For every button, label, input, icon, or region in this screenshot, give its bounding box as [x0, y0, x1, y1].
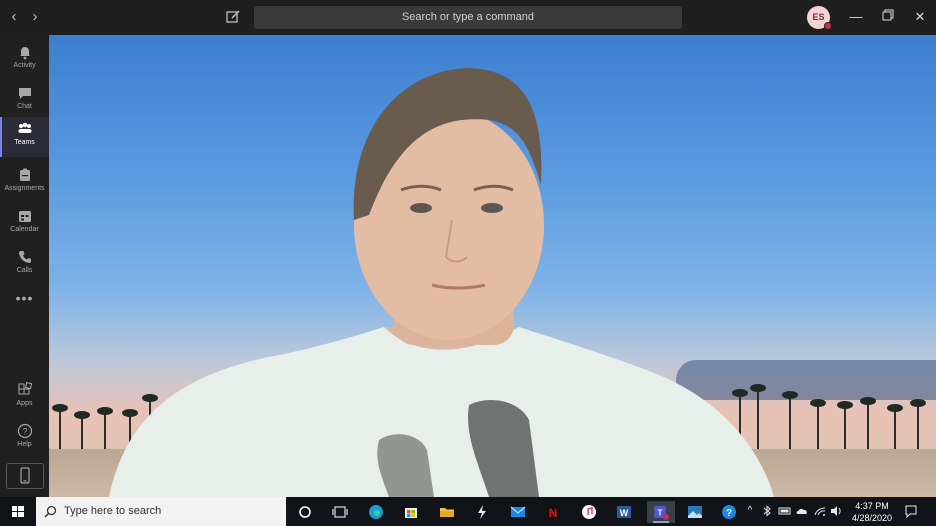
chat-icon: [18, 88, 31, 99]
bell-icon: [19, 47, 30, 60]
active-app-indicator: [653, 521, 669, 523]
volume-icon[interactable]: [829, 504, 843, 518]
pinned-app-bolt-icon[interactable]: [471, 501, 493, 523]
assignments-icon: [19, 168, 30, 181]
phone-icon: [18, 251, 31, 263]
rail-item-label: Assignments: [4, 185, 45, 192]
restore-icon[interactable]: [879, 8, 897, 26]
video-feed: [49, 35, 936, 497]
rail-item-apps[interactable]: Apps: [0, 378, 49, 418]
participant-video: [109, 68, 774, 497]
taskbar-search-input[interactable]: Type here to search: [36, 497, 286, 526]
rail-item-calls[interactable]: Calls: [0, 245, 49, 285]
edge-browser-icon[interactable]: [365, 501, 387, 523]
onedrive-cloud-icon[interactable]: [795, 504, 809, 518]
task-view-icon[interactable]: [329, 501, 351, 523]
rail-item-label: Chat: [17, 103, 32, 110]
avatar-initials: ES: [812, 12, 825, 22]
system-clock[interactable]: 4:37 PM 4/28/2020: [846, 500, 898, 524]
cortana-icon[interactable]: [294, 501, 316, 523]
rail-item-teams[interactable]: Teams: [0, 117, 49, 157]
search-icon: [44, 505, 57, 518]
avatar[interactable]: ES: [807, 6, 832, 30]
rail-item-assignments[interactable]: Assignments: [0, 163, 49, 203]
svg-text:T: T: [658, 509, 663, 518]
itunes-icon[interactable]: [578, 501, 600, 523]
back-arrow-icon[interactable]: ‹: [6, 9, 22, 25]
rail-item-label: Apps: [16, 400, 33, 407]
battery-icon[interactable]: [778, 504, 792, 518]
windows-start-icon[interactable]: [0, 497, 36, 526]
help-tips-icon[interactable]: ?: [718, 501, 740, 523]
svg-text:W: W: [620, 508, 629, 518]
rail-item-label: Teams: [14, 139, 35, 146]
rail-item-label: Calendar: [10, 226, 39, 233]
photos-icon[interactable]: [684, 501, 706, 523]
action-center-icon[interactable]: [904, 504, 918, 519]
compose-icon[interactable]: [225, 9, 241, 25]
calendar-icon: [18, 211, 31, 222]
clock-date: 4/28/2020: [851, 513, 893, 523]
rail-item-help[interactable]: ? Help: [0, 419, 49, 459]
more-apps-icon[interactable]: •••: [0, 290, 49, 306]
svg-text:?: ?: [22, 427, 27, 437]
rail-item-label: Activity: [13, 62, 36, 69]
windows-taskbar: Type here to search N W T ? ^ 4:37 PM 4/…: [0, 497, 936, 526]
presence-busy-icon: [824, 22, 832, 30]
apps-icon: [18, 382, 32, 395]
app-rail: Activity Chat Teams Assignments Calendar…: [0, 35, 49, 497]
svg-text:?: ?: [726, 508, 732, 519]
rail-item-calendar[interactable]: Calendar: [0, 204, 49, 244]
forward-arrow-icon[interactable]: ›: [27, 9, 43, 25]
help-icon: ?: [17, 423, 32, 439]
tray-chevron-up-icon[interactable]: ^: [743, 504, 757, 518]
mail-icon[interactable]: [507, 501, 529, 523]
svg-text:N: N: [549, 506, 558, 520]
rail-item-chat[interactable]: Chat: [0, 81, 49, 121]
rail-item-activity[interactable]: Activity: [0, 40, 49, 80]
clock-time: 4:37 PM: [855, 501, 889, 511]
word-icon[interactable]: W: [613, 501, 635, 523]
netflix-icon[interactable]: N: [542, 501, 564, 523]
bluetooth-icon[interactable]: [760, 504, 774, 518]
close-icon[interactable]: ✕: [911, 8, 929, 26]
rail-item-label: Help: [17, 441, 32, 448]
store-icon[interactable]: [400, 501, 422, 523]
file-explorer-icon[interactable]: [436, 501, 458, 523]
mobile-device-icon[interactable]: [6, 463, 44, 489]
rail-item-label: Calls: [16, 267, 33, 274]
teams-icon: [18, 122, 31, 133]
taskbar-search-placeholder: Type here to search: [64, 505, 162, 517]
minimize-icon[interactable]: —: [847, 8, 865, 26]
wifi-icon[interactable]: [813, 504, 827, 518]
title-bar: ‹ › Search or type a command ES — ✕: [0, 0, 936, 35]
command-search-input[interactable]: Search or type a command: [254, 6, 682, 29]
teams-taskbar-icon[interactable]: T: [647, 501, 675, 523]
